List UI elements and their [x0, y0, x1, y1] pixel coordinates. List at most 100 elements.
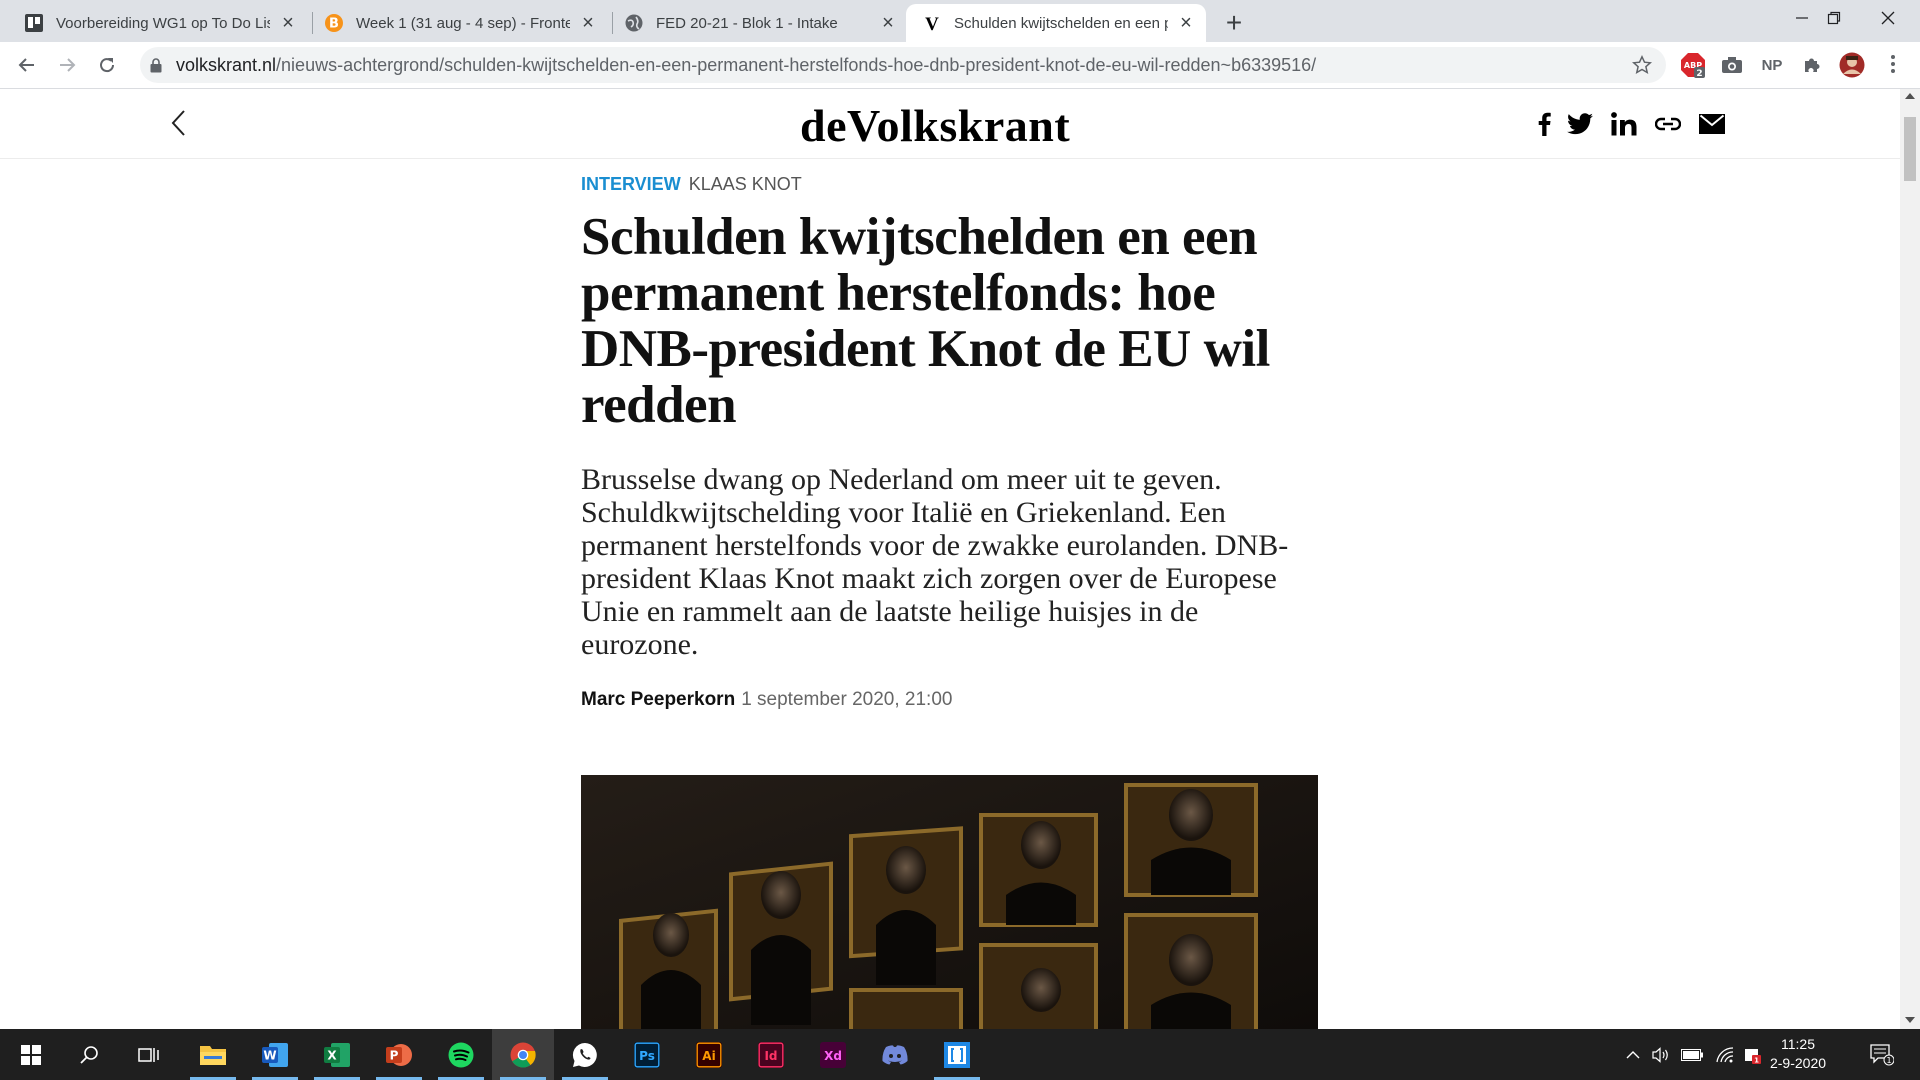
url-path: /nieuws-achtergrond/schulden-kwijtscheld…: [276, 54, 1317, 75]
copy-link-button[interactable]: [1654, 111, 1682, 137]
share-twitter[interactable]: [1565, 111, 1595, 137]
svg-text:1: 1: [1754, 1056, 1759, 1064]
scroll-down-arrow-icon[interactable]: [1905, 1017, 1915, 1023]
avatar: [1839, 52, 1865, 78]
svg-text:W: W: [263, 1048, 276, 1062]
powerpoint-icon: P: [386, 1043, 412, 1066]
windows-logo-icon: [21, 1044, 41, 1065]
svg-text:X: X: [327, 1048, 337, 1062]
share-linkedin[interactable]: [1610, 111, 1638, 137]
site-back-button[interactable]: [170, 109, 186, 142]
linkedin-icon: [1611, 112, 1637, 136]
reload-button[interactable]: [91, 49, 123, 81]
facebook-icon: [1538, 112, 1551, 136]
indesign-icon: Id: [758, 1041, 784, 1068]
taskbar-spotify[interactable]: [430, 1029, 492, 1080]
more-vertical-icon: [1891, 55, 1895, 73]
task-view-icon: [138, 1047, 159, 1062]
action-center-button[interactable]: 1: [1862, 1029, 1902, 1080]
tray-wifi[interactable]: [1712, 1029, 1738, 1080]
taskbar-search-button[interactable]: [58, 1029, 120, 1080]
kicker-subject[interactable]: KLAAS KNOT: [689, 174, 802, 194]
tab-intake[interactable]: FED 20-21 - Blok 1 - Intake ×: [608, 4, 908, 42]
byline: Marc Peeperkorn 1 september 2020, 21:00: [581, 689, 1321, 711]
close-tab-icon[interactable]: ×: [878, 13, 898, 33]
author-name[interactable]: Marc Peeperkorn: [581, 689, 735, 710]
tab-title: Schulden kwijtschelden en een p: [954, 14, 1168, 32]
close-tab-icon[interactable]: ×: [578, 13, 598, 33]
lock-icon: [150, 57, 162, 72]
tray-battery[interactable]: [1678, 1029, 1706, 1080]
article-photo: [581, 775, 1318, 1029]
bookmark-star-icon[interactable]: [1632, 55, 1652, 75]
share-email[interactable]: [1698, 111, 1726, 137]
discord-icon: [882, 1044, 908, 1064]
article: INTERVIEW KLAAS KNOT Schulden kwijtscheld…: [581, 174, 1321, 711]
tab-title: FED 20-21 - Blok 1 - Intake: [656, 14, 838, 32]
word-icon: W: [262, 1042, 288, 1067]
tab-fronter[interactable]: B Week 1 (31 aug - 4 sep) - Fronter ×: [308, 4, 608, 42]
svg-text:Id: Id: [764, 1049, 777, 1063]
forward-button[interactable]: [51, 49, 83, 81]
taskbar-code-app[interactable]: [926, 1029, 988, 1080]
adblock-badge: 2: [1696, 69, 1702, 78]
clock-date: 2-9-2020: [1769, 1055, 1827, 1071]
adblock-extension-button[interactable]: ABP 2: [1679, 51, 1707, 79]
profile-avatar-button[interactable]: [1838, 51, 1866, 79]
taskbar-excel[interactable]: X: [306, 1029, 368, 1080]
share-facebook[interactable]: [1535, 111, 1553, 137]
illustrator-icon: Ai: [696, 1041, 722, 1068]
taskbar-whatsapp[interactable]: [554, 1029, 616, 1080]
browser-menu-button[interactable]: [1890, 54, 1896, 79]
svg-text:V: V: [925, 14, 939, 33]
close-tab-icon[interactable]: ×: [278, 13, 298, 33]
notification-count: 1: [1886, 1056, 1891, 1065]
publish-date: 1 september 2020, 21:00: [741, 689, 953, 710]
start-button[interactable]: [0, 1029, 62, 1080]
adobe-xd-icon: Xd: [820, 1041, 846, 1068]
scrollbar-thumb[interactable]: [1904, 117, 1916, 181]
back-button[interactable]: [11, 49, 43, 81]
screenshot-extension-button[interactable]: [1718, 51, 1746, 79]
svg-text:Xd: Xd: [824, 1049, 842, 1063]
tray-overflow-button[interactable]: [1620, 1029, 1646, 1080]
battery-icon: [1681, 1048, 1703, 1061]
taskbar-clock[interactable]: 11:25 2-9-2020: [1760, 1035, 1836, 1073]
globe-icon: [625, 14, 643, 32]
taskbar-discord[interactable]: [864, 1029, 926, 1080]
reload-icon: [100, 58, 115, 73]
tab-volkskrant[interactable]: V Schulden kwijtschelden en een p ×: [906, 4, 1206, 42]
close-tab-icon[interactable]: ×: [1176, 13, 1196, 33]
np-label: NP: [1761, 56, 1783, 74]
taskbar-powerpoint[interactable]: P: [368, 1029, 430, 1080]
tray-volume[interactable]: [1648, 1029, 1674, 1080]
address-bar[interactable]: volkskrant.nl/nieuws-achtergrond/schulde…: [140, 47, 1666, 83]
np-extension-button[interactable]: NP: [1758, 51, 1786, 79]
taskbar-indesign[interactable]: Id: [740, 1029, 802, 1080]
volkskrant-logo[interactable]: deVolkskrant: [800, 99, 1070, 152]
task-view-button[interactable]: [118, 1029, 180, 1080]
link-icon: [1655, 117, 1681, 131]
bitcoin-icon: B: [325, 14, 343, 32]
kicker-tag[interactable]: INTERVIEW: [581, 174, 681, 194]
close-window-button[interactable]: [1856, 0, 1920, 38]
taskbar-word[interactable]: W: [244, 1029, 306, 1080]
scroll-up-arrow-icon[interactable]: [1905, 93, 1915, 99]
taskbar-file-explorer[interactable]: [182, 1029, 244, 1080]
svg-text:B: B: [329, 17, 339, 32]
page-scrollbar[interactable]: [1900, 89, 1920, 1029]
volume-icon: [1652, 1046, 1668, 1063]
site-header: deVolkskrant: [0, 89, 1900, 159]
chevron-left-icon: [171, 110, 185, 136]
url-text: volkskrant.nl/nieuws-achtergrond/schulde…: [176, 55, 1316, 76]
puzzle-piece-icon: [1805, 58, 1820, 72]
taskbar-chrome[interactable]: [492, 1029, 554, 1080]
tab-todo[interactable]: Voorbereiding WG1 op To Do Lis ×: [8, 4, 308, 42]
extensions-button[interactable]: [1798, 51, 1826, 79]
new-tab-button[interactable]: +: [1218, 7, 1250, 39]
taskbar-photoshop[interactable]: Ps: [616, 1029, 678, 1080]
taskbar-xd[interactable]: Xd: [802, 1029, 864, 1080]
taskbar-illustrator[interactable]: Ai: [678, 1029, 740, 1080]
adblock-plus-icon: ABP2: [1681, 53, 1705, 78]
notification-icon: 1: [1870, 1043, 1894, 1065]
